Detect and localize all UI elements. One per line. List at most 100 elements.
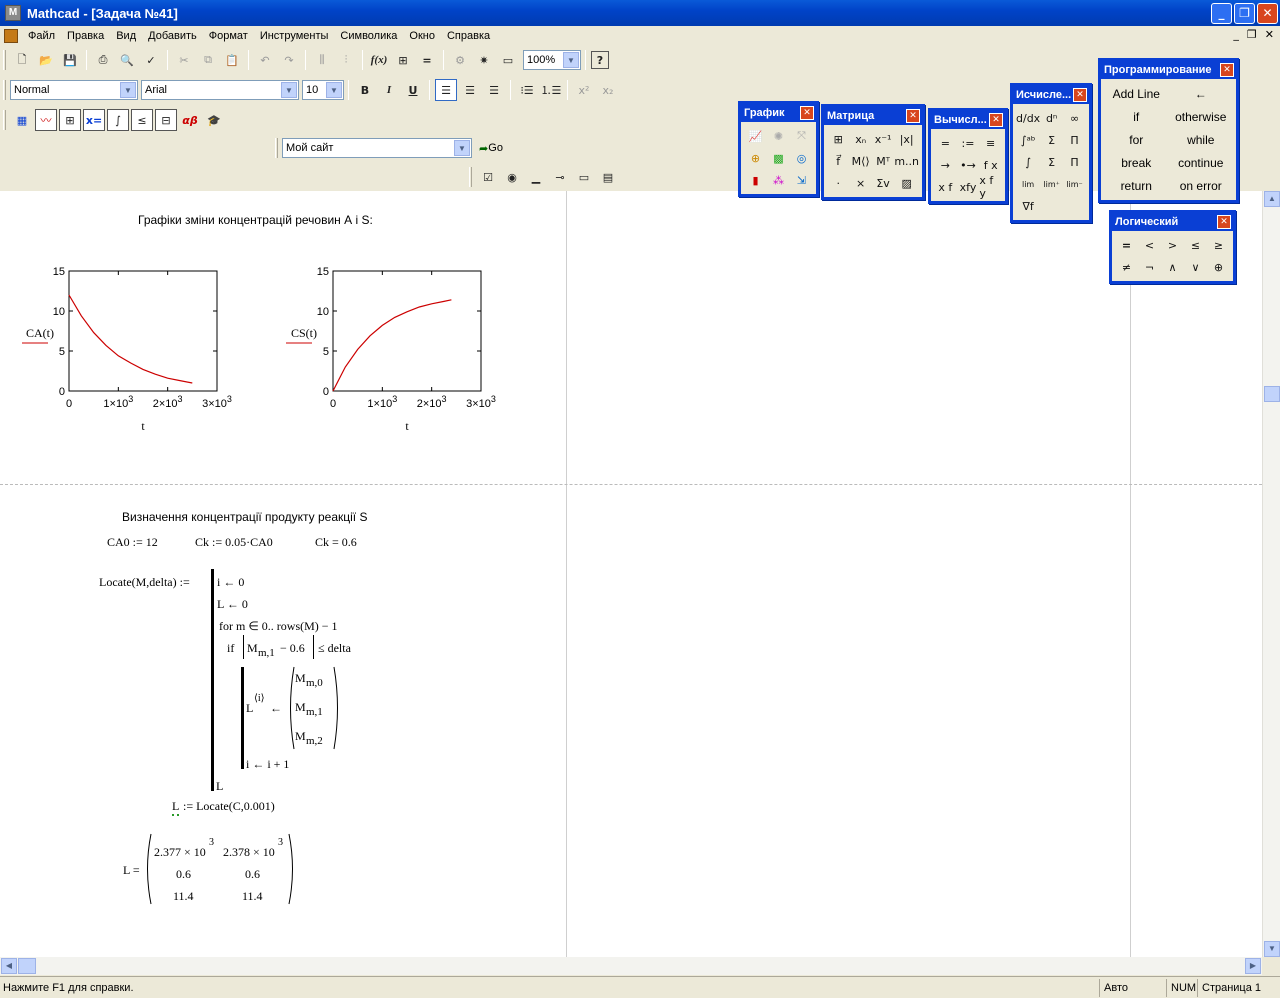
subscript-icon[interactable]: xₙ (849, 128, 871, 150)
on-error-button[interactable]: on error (1169, 174, 1234, 197)
scroll-thumb[interactable] (1264, 386, 1280, 402)
boolean-toolbar-icon[interactable]: ≤ (131, 109, 153, 131)
listbox-control-icon[interactable]: ▤ (597, 166, 619, 188)
scatter3d-icon[interactable]: ⁂ (767, 169, 790, 191)
checkbox-control-icon[interactable]: ☑ (477, 166, 499, 188)
menu-help[interactable]: Справка (441, 30, 496, 42)
textbox-control-icon[interactable]: ▭ (573, 166, 595, 188)
bool-less[interactable]: < (1138, 234, 1161, 256)
menu-symbolics[interactable]: Символика (334, 30, 403, 42)
menu-file[interactable]: Файл (22, 30, 61, 42)
copy-icon[interactable]: ⧉ (197, 49, 219, 71)
eval-global-define[interactable]: ≡ (979, 132, 1002, 154)
maximize-button[interactable]: ❐ (1234, 3, 1255, 24)
print-preview-icon[interactable]: 🔍 (116, 49, 138, 71)
indefinite-integral-icon[interactable]: ∫ (1016, 151, 1040, 173)
bool-not[interactable]: ¬ (1138, 256, 1161, 278)
cut-icon[interactable]: ✂ (173, 49, 195, 71)
contour-plot-icon[interactable]: ◎ (790, 147, 813, 169)
programming-palette-close[interactable]: ✕ (1220, 63, 1234, 77)
transpose-icon[interactable]: Mᵀ (872, 150, 894, 172)
for-button[interactable]: for (1104, 128, 1169, 151)
boolean-palette-close[interactable]: ✕ (1217, 215, 1231, 229)
graph-toolbar-icon[interactable]: 〰 (35, 109, 57, 131)
calculus-palette-close[interactable]: ✕ (1073, 88, 1087, 102)
otherwise-button[interactable]: otherwise (1169, 105, 1234, 128)
radio-control-icon[interactable]: ◉ (501, 166, 523, 188)
plot-cs[interactable]: 0 5 10 15 0 1×103 2×103 3×103 t CS(t) (282, 257, 522, 442)
close-button[interactable]: ✕ (1257, 3, 1278, 24)
cross-product-icon[interactable]: × (849, 172, 871, 194)
derivative-icon[interactable]: d/dx (1016, 107, 1040, 129)
print-icon[interactable]: ⎙ (92, 49, 114, 71)
doc-minimize-button[interactable]: _ (1233, 28, 1239, 41)
horizontal-scrollbar[interactable]: ◀ ▶ (0, 957, 1262, 975)
align-left-icon[interactable]: ☰ (435, 79, 457, 101)
surface-plot-icon[interactable]: ⤧ (790, 125, 813, 147)
website-select[interactable]: Мой сайт ▼ (282, 138, 472, 158)
doc-restore-button[interactable]: ❐ (1247, 28, 1257, 41)
hscroll-thumb[interactable] (18, 958, 36, 974)
eval-infix[interactable]: xfy (957, 176, 980, 198)
go-button[interactable]: ➦ Go (473, 137, 509, 159)
limit-icon[interactable]: lim (1016, 173, 1040, 195)
polar-plot2-icon[interactable]: ⊕ (744, 147, 767, 169)
range-icon[interactable]: m..n (894, 150, 919, 172)
menu-edit[interactable]: Правка (61, 30, 110, 42)
local-assign-button[interactable]: ← (1169, 82, 1234, 105)
window-icon[interactable]: ▭ (497, 49, 519, 71)
range-product-icon[interactable]: Π (1063, 151, 1086, 173)
bool-equal[interactable]: = (1115, 234, 1138, 256)
programming-toolbar-icon[interactable]: ⊟ (155, 109, 177, 131)
toolbar-grip[interactable] (3, 50, 6, 70)
align-across-icon[interactable]: ⫼ (311, 49, 333, 71)
bool-not-equal[interactable]: ≠ (1115, 256, 1138, 278)
scroll-right-arrow[interactable]: ▶ (1245, 958, 1261, 974)
summation-icon[interactable]: Σ (1040, 129, 1063, 151)
plot-ca[interactable]: 0 5 10 15 0 1×103 2×103 3×103 t CA(t) (18, 257, 258, 442)
bool-less-equal[interactable]: ≤ (1184, 234, 1207, 256)
greek-toolbar-icon[interactable]: αβ (179, 109, 201, 131)
continue-button[interactable]: continue (1169, 151, 1234, 174)
eval-symbolic[interactable]: → (934, 154, 957, 176)
scroll-left-arrow[interactable]: ◀ (1, 958, 17, 974)
style-select[interactable]: Normal ▼ (10, 80, 138, 100)
limit-right-icon[interactable]: lim⁺ (1040, 173, 1063, 195)
resources-icon[interactable]: ✷ (473, 49, 495, 71)
graph-palette-close[interactable]: ✕ (800, 106, 814, 120)
bool-xor[interactable]: ⊕ (1207, 256, 1230, 278)
while-button[interactable]: while (1169, 128, 1234, 151)
nth-derivative-icon[interactable]: dⁿ (1040, 107, 1063, 129)
calculus-toolbar-icon[interactable]: ∫ (107, 109, 129, 131)
help-icon[interactable]: ? (591, 51, 609, 69)
menu-window[interactable]: Окно (403, 30, 441, 42)
numbering-icon[interactable]: ⒈☰ (540, 79, 562, 101)
ck-definition[interactable]: Ck := 0.05·CA0 (195, 535, 273, 550)
ca0-definition[interactable]: CA0 := 12 (107, 535, 158, 550)
superscript-column-icon[interactable]: M⟨⟩ (849, 150, 871, 172)
save-icon[interactable]: 💾 (59, 49, 81, 71)
ck-evaluation[interactable]: Ck = 0.6 (315, 535, 357, 550)
matrix-toolbar-icon[interactable]: ⊞ (59, 109, 81, 131)
eval-postfix[interactable]: x f (934, 176, 957, 198)
doc-close-button[interactable]: ✕ (1265, 28, 1274, 41)
font-size-select[interactable]: 10 ▼ (302, 80, 344, 100)
underline-icon[interactable]: U (402, 79, 424, 101)
range-sum-icon[interactable]: Σ (1040, 151, 1063, 173)
bold-icon[interactable]: B (354, 79, 376, 101)
worksheet[interactable]: Графіки зміни концентрацій речовин А і S… (0, 191, 1262, 957)
redo-icon[interactable]: ↷ (278, 49, 300, 71)
subscript-icon[interactable]: x₂ (597, 79, 619, 101)
matrix-palette-close[interactable]: ✕ (906, 109, 920, 123)
scroll-down-arrow[interactable]: ▼ (1264, 941, 1280, 957)
vector-sum-icon[interactable]: Σv (872, 172, 894, 194)
minimize-button[interactable]: _ (1211, 3, 1232, 24)
vector-field-icon[interactable]: ⇲ (790, 169, 813, 191)
polar-plot-icon[interactable]: ✺ (767, 125, 790, 147)
font-select[interactable]: Arial ▼ (141, 80, 299, 100)
bool-greater[interactable]: > (1161, 234, 1184, 256)
eval-prefix[interactable]: f x (979, 154, 1002, 176)
product-icon[interactable]: Π (1063, 129, 1086, 151)
bullets-icon[interactable]: ⁝☰ (516, 79, 538, 101)
surface3d-icon[interactable]: ▩ (767, 147, 790, 169)
